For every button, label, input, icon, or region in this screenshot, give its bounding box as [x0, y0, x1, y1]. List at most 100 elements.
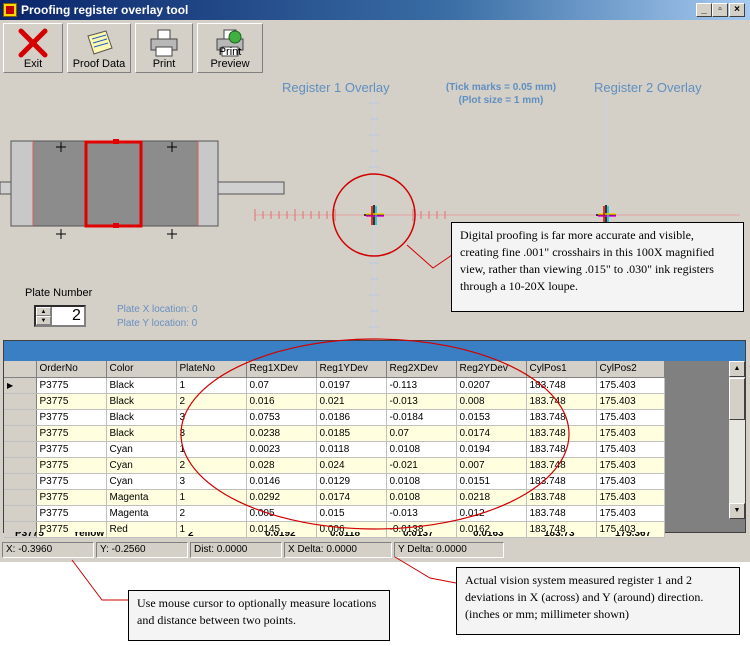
- table-cell[interactable]: 3: [176, 409, 247, 426]
- table-cell[interactable]: Black: [106, 377, 177, 394]
- table-cell[interactable]: 175.403: [596, 393, 665, 410]
- table-cell[interactable]: 0.021: [316, 393, 387, 410]
- table-row[interactable]: P3775 Black 2 0.016 0.021 -0.013 0.008 183.748 1…: [4, 393, 665, 410]
- table-cell[interactable]: 183.748: [526, 377, 597, 394]
- table-cell[interactable]: 183.748: [526, 457, 597, 474]
- table-cell[interactable]: 0.0218: [456, 489, 527, 506]
- col-header[interactable]: OrderNo: [36, 361, 107, 378]
- row-header[interactable]: [4, 505, 37, 522]
- table-cell[interactable]: 0.007: [456, 457, 527, 474]
- table-cell[interactable]: 2: [176, 393, 247, 410]
- plate-number-spinner[interactable]: ▲ ▼ 2: [34, 305, 86, 327]
- table-row[interactable]: P3775 Cyan 1 0.0023 0.0118 0.0108 0.0194 183.74…: [4, 441, 665, 458]
- table-cell[interactable]: P3775: [36, 441, 107, 458]
- table-cell[interactable]: Black: [106, 425, 177, 442]
- table-cell[interactable]: 0.0186: [316, 409, 387, 426]
- table-row[interactable]: P3775 Black 3 0.0238 0.0185 0.07 0.0174 183.748…: [4, 425, 665, 442]
- table-cell[interactable]: P3775: [36, 377, 107, 394]
- table-cell[interactable]: 0.07: [386, 425, 457, 442]
- table-cell[interactable]: Black: [106, 409, 177, 426]
- print-preview-button[interactable]: Print Preview: [197, 23, 263, 73]
- row-header[interactable]: [4, 393, 37, 410]
- table-cell[interactable]: 175.403: [596, 457, 665, 474]
- col-header[interactable]: PlateNo: [176, 361, 247, 378]
- spinner-up-icon[interactable]: ▲: [36, 307, 51, 316]
- table-cell[interactable]: 0.005: [246, 505, 317, 522]
- data-grid[interactable]: OrderNo Color PlateNo Reg1XDev Reg1YDev …: [3, 340, 746, 538]
- table-row[interactable]: P3775 Black 3 0.0753 0.0186 -0.0184 0.0153 183.…: [4, 409, 665, 426]
- col-header[interactable]: Color: [106, 361, 177, 378]
- table-cell[interactable]: -0.013: [386, 505, 457, 522]
- col-header[interactable]: Reg1YDev: [316, 361, 387, 378]
- table-cell[interactable]: 3: [176, 473, 247, 490]
- table-cell[interactable]: 0.0174: [456, 425, 527, 442]
- row-header[interactable]: [4, 473, 37, 490]
- table-cell[interactable]: 0.008: [456, 393, 527, 410]
- table-row[interactable]: P3775 Magenta 2 0.005 0.015 -0.013 0.012 183.74…: [4, 505, 665, 522]
- scroll-down-icon[interactable]: ▼: [729, 503, 745, 519]
- table-cell[interactable]: 3: [176, 425, 247, 442]
- table-cell[interactable]: 0.016: [246, 393, 317, 410]
- proof-data-button[interactable]: Proof Data: [67, 23, 131, 73]
- table-cell[interactable]: 2: [176, 457, 247, 474]
- table-cell[interactable]: 0.024: [316, 457, 387, 474]
- table-cell[interactable]: P3775: [36, 393, 107, 410]
- table-row[interactable]: P3775 Magenta 1 0.0292 0.0174 0.0108 0.0218 183…: [4, 489, 665, 506]
- row-header[interactable]: [4, 425, 37, 442]
- current-row-indicator-icon[interactable]: ▶: [4, 377, 37, 394]
- table-cell[interactable]: 2: [176, 505, 247, 522]
- col-header[interactable]: Reg2YDev: [456, 361, 527, 378]
- table-cell[interactable]: 0.0185: [316, 425, 387, 442]
- table-cell[interactable]: Cyan: [106, 457, 177, 474]
- table-cell[interactable]: 0.0146: [246, 473, 317, 490]
- table-cell[interactable]: 183.748: [526, 505, 597, 522]
- table-cell[interactable]: P3775: [36, 473, 107, 490]
- table-cell[interactable]: 183.748: [526, 409, 597, 426]
- table-row[interactable]: P3775 Cyan 3 0.0146 0.0129 0.0108 0.0151 183.74…: [4, 473, 665, 490]
- row-header[interactable]: [4, 457, 37, 474]
- table-cell[interactable]: P3775: [36, 457, 107, 474]
- table-cell[interactable]: 0.0023: [246, 441, 317, 458]
- table-cell[interactable]: 175.403: [596, 441, 665, 458]
- minimize-button[interactable]: _: [696, 3, 712, 17]
- table-cell[interactable]: 0.0238: [246, 425, 317, 442]
- table-cell[interactable]: 0.0153: [456, 409, 527, 426]
- table-cell[interactable]: 175.403: [596, 473, 665, 490]
- table-cell[interactable]: 0.012: [456, 505, 527, 522]
- table-cell[interactable]: P3775: [36, 505, 107, 522]
- col-header[interactable]: CylPos1: [526, 361, 597, 378]
- table-cell[interactable]: 175.403: [596, 377, 665, 394]
- grid-vertical-scrollbar[interactable]: ▲ ▼: [729, 361, 745, 519]
- table-cell[interactable]: 0.0174: [316, 489, 387, 506]
- table-cell[interactable]: 0.0151: [456, 473, 527, 490]
- table-cell[interactable]: 0.0753: [246, 409, 317, 426]
- table-cell[interactable]: 0.0129: [316, 473, 387, 490]
- table-cell[interactable]: 175.403: [596, 425, 665, 442]
- table-cell[interactable]: 183.748: [526, 393, 597, 410]
- spinner-arrows[interactable]: ▲ ▼: [36, 307, 52, 325]
- col-header[interactable]: Reg1XDev: [246, 361, 317, 378]
- table-cell[interactable]: 1: [176, 489, 247, 506]
- table-cell[interactable]: 0.07: [246, 377, 317, 394]
- table-cell[interactable]: 175.403: [596, 489, 665, 506]
- table-cell[interactable]: 183.748: [526, 489, 597, 506]
- table-cell[interactable]: 0.0118: [316, 441, 387, 458]
- print-button[interactable]: Print: [135, 23, 193, 73]
- table-cell[interactable]: 0.028: [246, 457, 317, 474]
- table-cell[interactable]: 1: [176, 377, 247, 394]
- scroll-up-icon[interactable]: ▲: [729, 361, 745, 377]
- table-cell[interactable]: 175.403: [596, 409, 665, 426]
- table-cell[interactable]: P3775: [36, 489, 107, 506]
- table-cell[interactable]: 183.748: [526, 425, 597, 442]
- table-cell[interactable]: 0.0292: [246, 489, 317, 506]
- col-header[interactable]: CylPos2: [596, 361, 665, 378]
- spinner-down-icon[interactable]: ▼: [36, 316, 51, 325]
- table-cell[interactable]: 0.015: [316, 505, 387, 522]
- table-cell[interactable]: 0.0108: [386, 489, 457, 506]
- table-cell[interactable]: 0.0197: [316, 377, 387, 394]
- table-cell[interactable]: -0.013: [386, 393, 457, 410]
- close-button[interactable]: ×: [729, 3, 745, 17]
- scroll-thumb[interactable]: [729, 378, 745, 420]
- col-header[interactable]: Reg2XDev: [386, 361, 457, 378]
- table-cell[interactable]: Cyan: [106, 473, 177, 490]
